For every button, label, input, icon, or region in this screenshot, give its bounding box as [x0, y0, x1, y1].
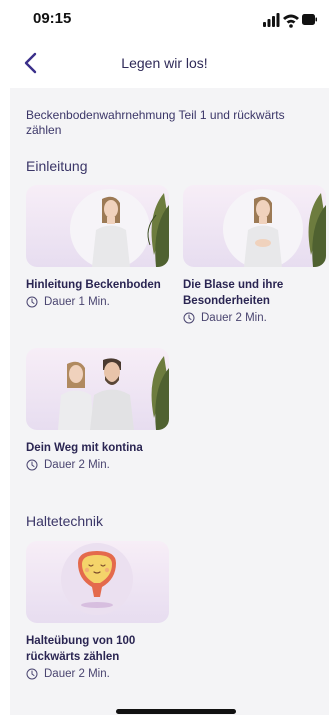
lesson-duration: Dauer 2 Min.	[26, 459, 169, 471]
plant-icon	[147, 193, 169, 267]
lesson-thumbnail[interactable]	[26, 348, 169, 430]
video-thumbnail-image	[223, 189, 326, 267]
page-title: Legen wir los!	[121, 55, 208, 71]
duration-text: Dauer 1 Min.	[44, 296, 110, 308]
status-time: 09:15	[33, 10, 72, 27]
status-bar: 09:15	[0, 0, 329, 42]
lesson-title: Die Blase und ihre Besonderheiten	[183, 279, 284, 307]
bladder-illustration	[61, 543, 133, 615]
lesson-duration: Dauer 1 Min.	[26, 296, 169, 308]
lesson-title: Dein Weg mit kontina	[26, 442, 143, 454]
lesson-card[interactable]: Hinleitung Beckenboden Dauer 1 Min.	[26, 185, 169, 308]
intro-text: Beckenbodenwahrnehmung Teil 1 und rückwä…	[26, 108, 285, 137]
lesson-duration: Dauer 2 Min.	[26, 668, 169, 680]
lesson-title: Hinleitung Beckenboden	[26, 279, 161, 291]
battery-icon	[302, 14, 317, 25]
duration-text: Dauer 2 Min.	[201, 312, 267, 324]
duration-text: Dauer 2 Min.	[44, 459, 110, 471]
lesson-card[interactable]: Halteübung von 100 rückwärts zählen Daue…	[26, 541, 169, 680]
home-indicator[interactable]	[116, 709, 236, 714]
clock-icon	[26, 668, 38, 680]
section-title-haltetechnik: Haltetechnik	[26, 513, 104, 529]
person-figure	[58, 361, 94, 430]
status-icons	[263, 13, 317, 28]
section-title-einleitung: Einleitung	[26, 158, 88, 174]
lesson-duration: Dauer 2 Min.	[183, 312, 326, 324]
wifi-icon	[283, 14, 299, 28]
nav-bar: Legen wir los!	[0, 42, 329, 88]
content-area: Beckenbodenwahrnehmung Teil 1 und rückwä…	[10, 88, 329, 715]
plant-icon	[308, 193, 326, 267]
lesson-card[interactable]: Dein Weg mit kontina Dauer 2 Min.	[26, 348, 169, 471]
clock-icon	[26, 459, 38, 471]
person-figure	[90, 358, 134, 430]
signal-icon	[263, 13, 280, 27]
lesson-thumbnail[interactable]	[26, 185, 169, 267]
lesson-card[interactable]: Die Blase und ihre Besonderheiten Dauer …	[183, 185, 326, 324]
video-thumbnail-image	[70, 189, 169, 267]
plant-icon	[151, 356, 169, 430]
clock-icon	[183, 312, 195, 324]
duration-text: Dauer 2 Min.	[44, 668, 110, 680]
back-chevron-icon	[24, 52, 37, 74]
lesson-thumbnail[interactable]	[26, 541, 169, 623]
video-thumbnail-image	[58, 356, 169, 430]
lesson-thumbnail[interactable]	[183, 185, 326, 267]
lesson-title: Halteübung von 100 rückwärts zählen	[26, 635, 136, 663]
back-button[interactable]	[18, 50, 44, 76]
clock-icon	[26, 296, 38, 308]
